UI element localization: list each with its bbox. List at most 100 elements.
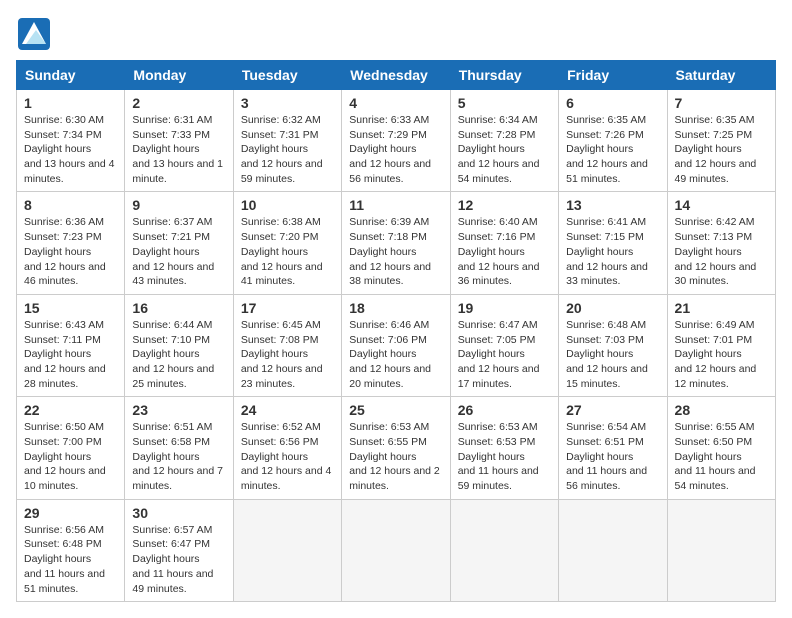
- calendar-cell: 8 Sunrise: 6:36 AM Sunset: 7:23 PM Dayli…: [17, 192, 125, 294]
- calendar-cell: 11 Sunrise: 6:39 AM Sunset: 7:18 PM Dayl…: [342, 192, 450, 294]
- day-info: Sunrise: 6:37 AM Sunset: 7:21 PM Dayligh…: [132, 215, 225, 288]
- calendar-cell: 10 Sunrise: 6:38 AM Sunset: 7:20 PM Dayl…: [233, 192, 341, 294]
- day-number: 24: [241, 402, 334, 418]
- day-info: Sunrise: 6:35 AM Sunset: 7:25 PM Dayligh…: [675, 113, 768, 186]
- day-number: 15: [24, 300, 117, 316]
- weekday-header-friday: Friday: [559, 61, 667, 90]
- calendar-cell: 14 Sunrise: 6:42 AM Sunset: 7:13 PM Dayl…: [667, 192, 775, 294]
- day-number: 1: [24, 95, 117, 111]
- day-number: 12: [458, 197, 551, 213]
- weekday-header-monday: Monday: [125, 61, 233, 90]
- weekday-header-tuesday: Tuesday: [233, 61, 341, 90]
- day-info: Sunrise: 6:51 AM Sunset: 6:58 PM Dayligh…: [132, 420, 225, 493]
- logo: [16, 16, 56, 52]
- calendar-cell: 9 Sunrise: 6:37 AM Sunset: 7:21 PM Dayli…: [125, 192, 233, 294]
- weekday-header-sunday: Sunday: [17, 61, 125, 90]
- calendar-cell: 30 Sunrise: 6:57 AM Sunset: 6:47 PM Dayl…: [125, 499, 233, 601]
- day-info: Sunrise: 6:33 AM Sunset: 7:29 PM Dayligh…: [349, 113, 442, 186]
- calendar-cell: 15 Sunrise: 6:43 AM Sunset: 7:11 PM Dayl…: [17, 294, 125, 396]
- day-info: Sunrise: 6:54 AM Sunset: 6:51 PM Dayligh…: [566, 420, 659, 493]
- day-info: Sunrise: 6:32 AM Sunset: 7:31 PM Dayligh…: [241, 113, 334, 186]
- calendar-cell: 16 Sunrise: 6:44 AM Sunset: 7:10 PM Dayl…: [125, 294, 233, 396]
- calendar-cell: 20 Sunrise: 6:48 AM Sunset: 7:03 PM Dayl…: [559, 294, 667, 396]
- day-info: Sunrise: 6:56 AM Sunset: 6:48 PM Dayligh…: [24, 523, 117, 596]
- day-number: 6: [566, 95, 659, 111]
- day-number: 10: [241, 197, 334, 213]
- day-info: Sunrise: 6:53 AM Sunset: 6:55 PM Dayligh…: [349, 420, 442, 493]
- calendar-cell: 23 Sunrise: 6:51 AM Sunset: 6:58 PM Dayl…: [125, 397, 233, 499]
- calendar-cell: 25 Sunrise: 6:53 AM Sunset: 6:55 PM Dayl…: [342, 397, 450, 499]
- calendar-week-4: 22 Sunrise: 6:50 AM Sunset: 7:00 PM Dayl…: [17, 397, 776, 499]
- day-number: 26: [458, 402, 551, 418]
- day-info: Sunrise: 6:44 AM Sunset: 7:10 PM Dayligh…: [132, 318, 225, 391]
- calendar-week-2: 8 Sunrise: 6:36 AM Sunset: 7:23 PM Dayli…: [17, 192, 776, 294]
- calendar-cell: [233, 499, 341, 601]
- day-number: 3: [241, 95, 334, 111]
- day-number: 23: [132, 402, 225, 418]
- calendar-cell: 12 Sunrise: 6:40 AM Sunset: 7:16 PM Dayl…: [450, 192, 558, 294]
- day-info: Sunrise: 6:49 AM Sunset: 7:01 PM Dayligh…: [675, 318, 768, 391]
- day-info: Sunrise: 6:48 AM Sunset: 7:03 PM Dayligh…: [566, 318, 659, 391]
- calendar-cell: 29 Sunrise: 6:56 AM Sunset: 6:48 PM Dayl…: [17, 499, 125, 601]
- day-info: Sunrise: 6:57 AM Sunset: 6:47 PM Dayligh…: [132, 523, 225, 596]
- calendar-cell: [559, 499, 667, 601]
- day-info: Sunrise: 6:43 AM Sunset: 7:11 PM Dayligh…: [24, 318, 117, 391]
- calendar-cell: [342, 499, 450, 601]
- day-number: 27: [566, 402, 659, 418]
- day-info: Sunrise: 6:50 AM Sunset: 7:00 PM Dayligh…: [24, 420, 117, 493]
- day-info: Sunrise: 6:36 AM Sunset: 7:23 PM Dayligh…: [24, 215, 117, 288]
- calendar-cell: [450, 499, 558, 601]
- day-number: 14: [675, 197, 768, 213]
- weekday-header-saturday: Saturday: [667, 61, 775, 90]
- calendar-week-3: 15 Sunrise: 6:43 AM Sunset: 7:11 PM Dayl…: [17, 294, 776, 396]
- calendar-cell: 7 Sunrise: 6:35 AM Sunset: 7:25 PM Dayli…: [667, 90, 775, 192]
- day-info: Sunrise: 6:31 AM Sunset: 7:33 PM Dayligh…: [132, 113, 225, 186]
- day-number: 13: [566, 197, 659, 213]
- day-number: 20: [566, 300, 659, 316]
- calendar-cell: 13 Sunrise: 6:41 AM Sunset: 7:15 PM Dayl…: [559, 192, 667, 294]
- day-number: 22: [24, 402, 117, 418]
- calendar-cell: 3 Sunrise: 6:32 AM Sunset: 7:31 PM Dayli…: [233, 90, 341, 192]
- day-number: 11: [349, 197, 442, 213]
- weekday-header-thursday: Thursday: [450, 61, 558, 90]
- day-info: Sunrise: 6:45 AM Sunset: 7:08 PM Dayligh…: [241, 318, 334, 391]
- day-info: Sunrise: 6:38 AM Sunset: 7:20 PM Dayligh…: [241, 215, 334, 288]
- calendar-cell: 22 Sunrise: 6:50 AM Sunset: 7:00 PM Dayl…: [17, 397, 125, 499]
- calendar-cell: 2 Sunrise: 6:31 AM Sunset: 7:33 PM Dayli…: [125, 90, 233, 192]
- day-number: 5: [458, 95, 551, 111]
- day-number: 25: [349, 402, 442, 418]
- day-number: 7: [675, 95, 768, 111]
- day-info: Sunrise: 6:42 AM Sunset: 7:13 PM Dayligh…: [675, 215, 768, 288]
- calendar-cell: 24 Sunrise: 6:52 AM Sunset: 6:56 PM Dayl…: [233, 397, 341, 499]
- calendar-cell: [667, 499, 775, 601]
- calendar-cell: 19 Sunrise: 6:47 AM Sunset: 7:05 PM Dayl…: [450, 294, 558, 396]
- calendar-cell: 17 Sunrise: 6:45 AM Sunset: 7:08 PM Dayl…: [233, 294, 341, 396]
- day-info: Sunrise: 6:55 AM Sunset: 6:50 PM Dayligh…: [675, 420, 768, 493]
- day-number: 17: [241, 300, 334, 316]
- day-number: 16: [132, 300, 225, 316]
- day-number: 29: [24, 505, 117, 521]
- day-number: 28: [675, 402, 768, 418]
- day-number: 30: [132, 505, 225, 521]
- calendar-cell: 21 Sunrise: 6:49 AM Sunset: 7:01 PM Dayl…: [667, 294, 775, 396]
- day-number: 8: [24, 197, 117, 213]
- day-number: 4: [349, 95, 442, 111]
- calendar-cell: 6 Sunrise: 6:35 AM Sunset: 7:26 PM Dayli…: [559, 90, 667, 192]
- header: [16, 16, 776, 52]
- weekday-header-wednesday: Wednesday: [342, 61, 450, 90]
- day-number: 18: [349, 300, 442, 316]
- day-info: Sunrise: 6:52 AM Sunset: 6:56 PM Dayligh…: [241, 420, 334, 493]
- day-info: Sunrise: 6:39 AM Sunset: 7:18 PM Dayligh…: [349, 215, 442, 288]
- day-info: Sunrise: 6:41 AM Sunset: 7:15 PM Dayligh…: [566, 215, 659, 288]
- day-info: Sunrise: 6:30 AM Sunset: 7:34 PM Dayligh…: [24, 113, 117, 186]
- calendar-week-1: 1 Sunrise: 6:30 AM Sunset: 7:34 PM Dayli…: [17, 90, 776, 192]
- logo-icon: [16, 16, 52, 52]
- calendar-cell: 5 Sunrise: 6:34 AM Sunset: 7:28 PM Dayli…: [450, 90, 558, 192]
- calendar-week-5: 29 Sunrise: 6:56 AM Sunset: 6:48 PM Dayl…: [17, 499, 776, 601]
- weekday-header-row: SundayMondayTuesdayWednesdayThursdayFrid…: [17, 61, 776, 90]
- calendar-cell: 18 Sunrise: 6:46 AM Sunset: 7:06 PM Dayl…: [342, 294, 450, 396]
- calendar: SundayMondayTuesdayWednesdayThursdayFrid…: [16, 60, 776, 602]
- day-info: Sunrise: 6:53 AM Sunset: 6:53 PM Dayligh…: [458, 420, 551, 493]
- day-info: Sunrise: 6:47 AM Sunset: 7:05 PM Dayligh…: [458, 318, 551, 391]
- calendar-cell: 27 Sunrise: 6:54 AM Sunset: 6:51 PM Dayl…: [559, 397, 667, 499]
